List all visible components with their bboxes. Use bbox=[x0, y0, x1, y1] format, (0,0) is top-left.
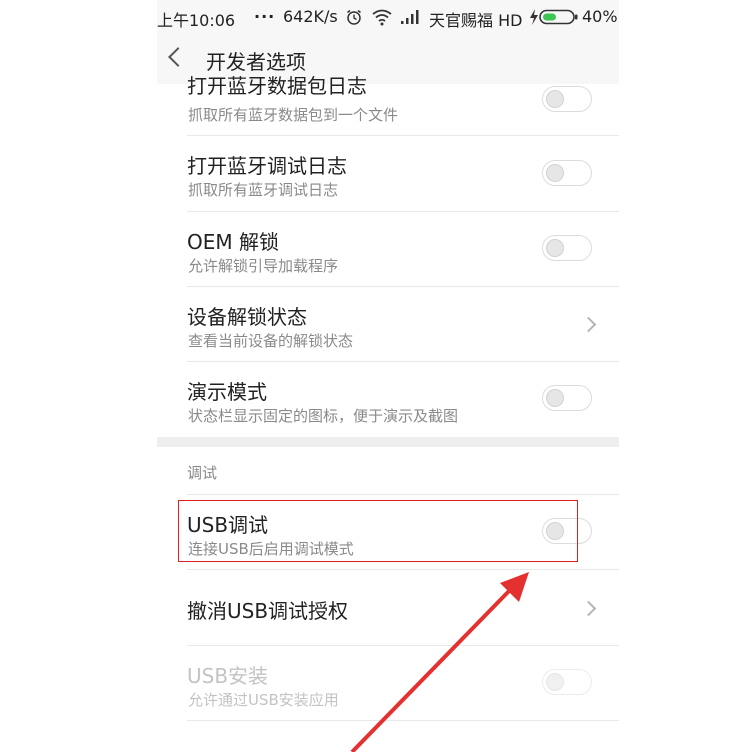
annotation-arrow-icon bbox=[350, 572, 529, 752]
